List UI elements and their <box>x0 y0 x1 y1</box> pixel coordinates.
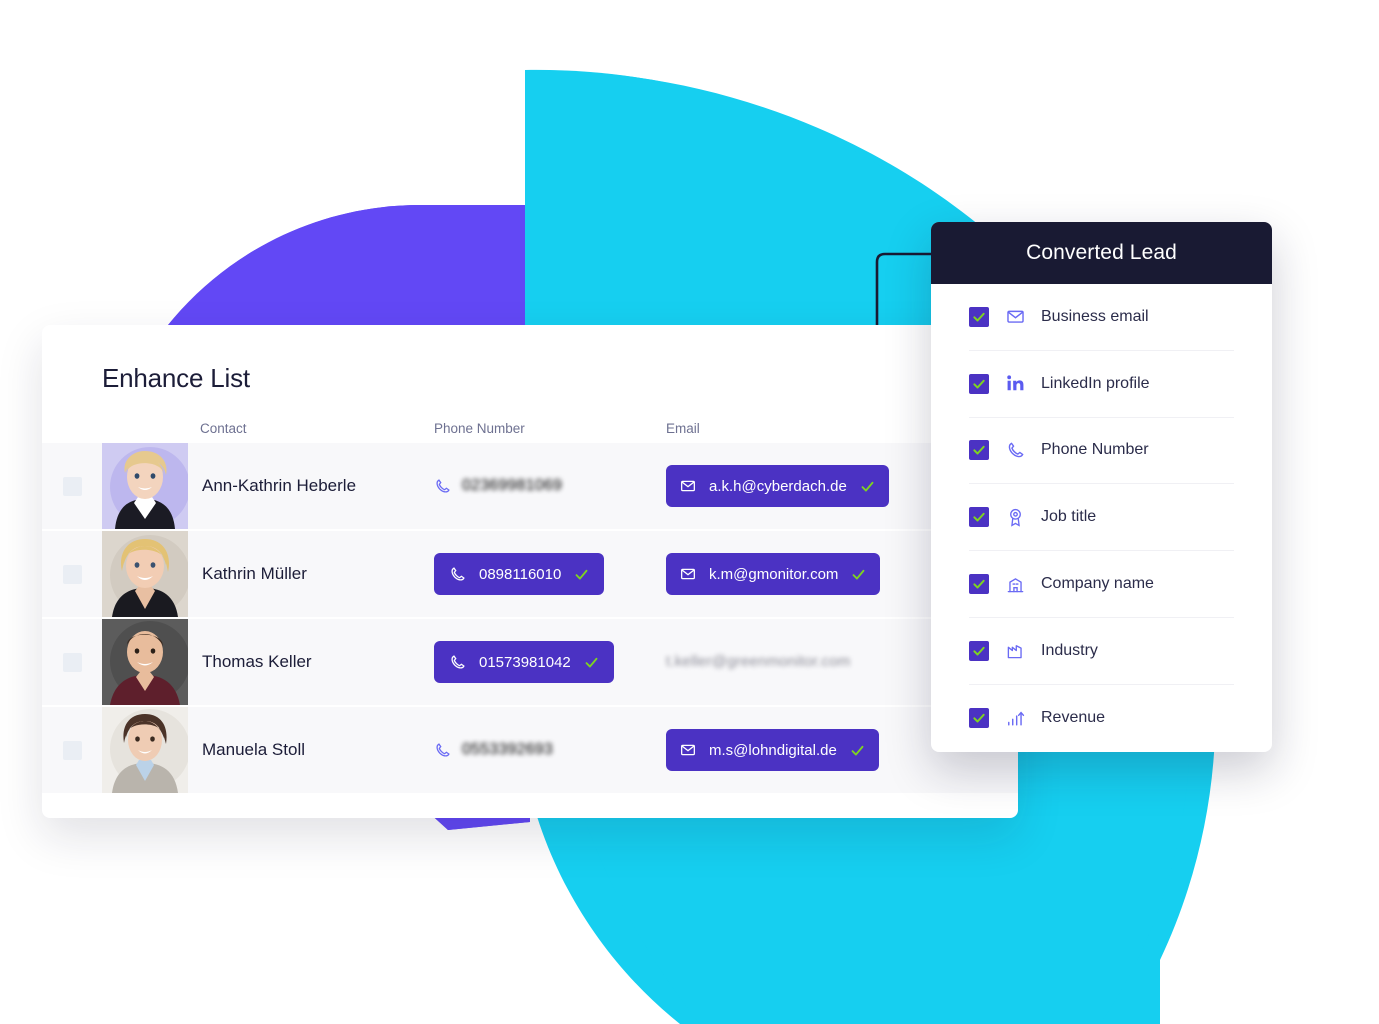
phone-value: 02369981069 <box>462 477 563 494</box>
avatar <box>102 443 188 529</box>
panel-item-label: Phone Number <box>1041 441 1149 459</box>
verified-check-icon <box>584 655 599 670</box>
phone-cell: 02369981069 <box>434 477 666 495</box>
row-select-checkbox[interactable] <box>42 564 102 584</box>
contact-name: Kathrin Müller <box>202 564 307 583</box>
panel-item-label: Job title <box>1041 508 1097 526</box>
table-row[interactable]: Manuela Stoll 0553392693 m.s@lohndigital… <box>42 707 1018 793</box>
contact-name: Thomas Keller <box>202 652 312 671</box>
contacts-table: Contact Phone Number Email Ann-Kathrin H… <box>42 413 1018 795</box>
row-select-checkbox[interactable] <box>42 476 102 496</box>
factory-icon <box>1004 641 1026 660</box>
panel-title: Converted Lead <box>1026 241 1177 264</box>
phone-icon <box>434 742 451 759</box>
column-header-phone: Phone Number <box>434 420 525 436</box>
email-value: a.k.h@cyberdach.de <box>709 477 847 495</box>
phone-value: 0553392693 <box>462 741 553 758</box>
table-row[interactable]: Ann-Kathrin Heberle 02369981069 a.k.h@cy… <box>42 443 1018 529</box>
checkbox-checked-icon[interactable] <box>969 708 989 729</box>
badge-icon <box>1004 508 1026 527</box>
contact-name: Manuela Stoll <box>202 740 306 759</box>
email-value: t.keller@greenmonitor.com <box>666 653 851 670</box>
panel-item-business-email[interactable]: Business email <box>969 284 1234 351</box>
phone-icon <box>1004 441 1026 460</box>
column-header-email: Email <box>666 420 700 436</box>
building-icon <box>1004 575 1026 594</box>
envelope-icon <box>1004 307 1026 326</box>
panel-attribute-list: Business email LinkedIn profile Phone Nu… <box>931 284 1272 752</box>
panel-item-label: Company name <box>1041 575 1154 593</box>
envelope-icon <box>680 742 696 758</box>
verified-email-pill[interactable]: m.s@lohndigital.de <box>666 729 879 771</box>
checkbox-checked-icon[interactable] <box>969 640 989 661</box>
envelope-icon <box>680 566 696 582</box>
converted-lead-panel: Converted Lead Business email LinkedIn p… <box>931 222 1272 752</box>
checkbox-checked-icon[interactable] <box>969 306 989 327</box>
panel-item-industry[interactable]: Industry <box>969 618 1234 685</box>
checkbox-checked-icon[interactable] <box>969 373 989 394</box>
verified-email-pill[interactable]: k.m@gmonitor.com <box>666 553 881 595</box>
panel-item-label: LinkedIn profile <box>1041 374 1150 392</box>
email-cell: m.s@lohndigital.de <box>666 729 916 771</box>
phone-icon <box>449 654 466 671</box>
bar-chart-up-icon <box>1004 709 1026 728</box>
contact-name: Ann-Kathrin Heberle <box>202 476 357 495</box>
checkbox-unchecked-icon[interactable] <box>62 652 82 672</box>
contact-cell: Thomas Keller <box>102 619 434 705</box>
verified-check-icon <box>574 567 589 582</box>
contact-cell: Ann-Kathrin Heberle <box>102 443 434 529</box>
phone-cell: 0898116010 <box>434 553 666 595</box>
panel-item-revenue[interactable]: Revenue <box>969 685 1234 752</box>
panel-header: Converted Lead <box>931 222 1272 284</box>
table-header-row: Contact Phone Number Email <box>42 413 1018 443</box>
screenshot-root: Enhance List Contact Phone Number Email <box>0 0 1379 1024</box>
verified-check-icon <box>860 479 875 494</box>
table-row[interactable]: Thomas Keller 01573981042 t.keller@green… <box>42 619 1018 705</box>
avatar <box>102 531 188 617</box>
verified-phone-pill[interactable]: 0898116010 <box>434 553 605 595</box>
enhance-list-card: Enhance List Contact Phone Number Email <box>42 325 1018 818</box>
email-cell: t.keller@greenmonitor.com <box>666 653 916 671</box>
phone-icon <box>449 566 466 583</box>
contact-cell: Kathrin Müller <box>102 531 434 617</box>
verified-check-icon <box>851 567 866 582</box>
row-select-checkbox[interactable] <box>42 652 102 672</box>
avatar <box>102 707 188 793</box>
envelope-icon <box>680 478 696 494</box>
checkbox-checked-icon[interactable] <box>969 507 989 528</box>
verified-phone-pill[interactable]: 01573981042 <box>434 641 614 683</box>
email-value: k.m@gmonitor.com <box>709 565 839 583</box>
row-select-checkbox[interactable] <box>42 740 102 760</box>
email-cell: k.m@gmonitor.com <box>666 553 916 595</box>
panel-item-linkedin-profile[interactable]: LinkedIn profile <box>969 351 1234 418</box>
checkbox-unchecked-icon[interactable] <box>62 740 82 760</box>
page-title: Enhance List <box>102 363 250 393</box>
linkedin-icon <box>1004 374 1026 393</box>
phone-value: 0898116010 <box>479 565 562 583</box>
table-row[interactable]: Kathrin Müller 0898116010 k.m@gmonitor.c… <box>42 531 1018 617</box>
panel-item-label: Industry <box>1041 641 1098 659</box>
phone-value: 01573981042 <box>479 653 571 671</box>
checkbox-checked-icon[interactable] <box>969 440 989 461</box>
checkbox-unchecked-icon[interactable] <box>62 476 82 496</box>
panel-item-company-name[interactable]: Company name <box>969 551 1234 618</box>
panel-item-job-title[interactable]: Job title <box>969 484 1234 552</box>
verified-email-pill[interactable]: a.k.h@cyberdach.de <box>666 465 889 507</box>
verified-check-icon <box>850 743 865 758</box>
contact-cell: Manuela Stoll <box>102 707 434 793</box>
panel-item-label: Revenue <box>1041 709 1106 727</box>
email-cell: a.k.h@cyberdach.de <box>666 465 916 507</box>
phone-cell: 0553392693 <box>434 741 666 759</box>
phone-cell: 01573981042 <box>434 641 666 683</box>
checkbox-checked-icon[interactable] <box>969 574 989 595</box>
checkbox-unchecked-icon[interactable] <box>62 564 82 584</box>
panel-item-label: Business email <box>1041 307 1149 325</box>
email-value: m.s@lohndigital.de <box>709 741 837 759</box>
avatar <box>102 619 188 705</box>
column-header-contact: Contact <box>200 420 247 436</box>
panel-item-phone-number[interactable]: Phone Number <box>969 418 1234 485</box>
phone-icon <box>434 478 451 495</box>
